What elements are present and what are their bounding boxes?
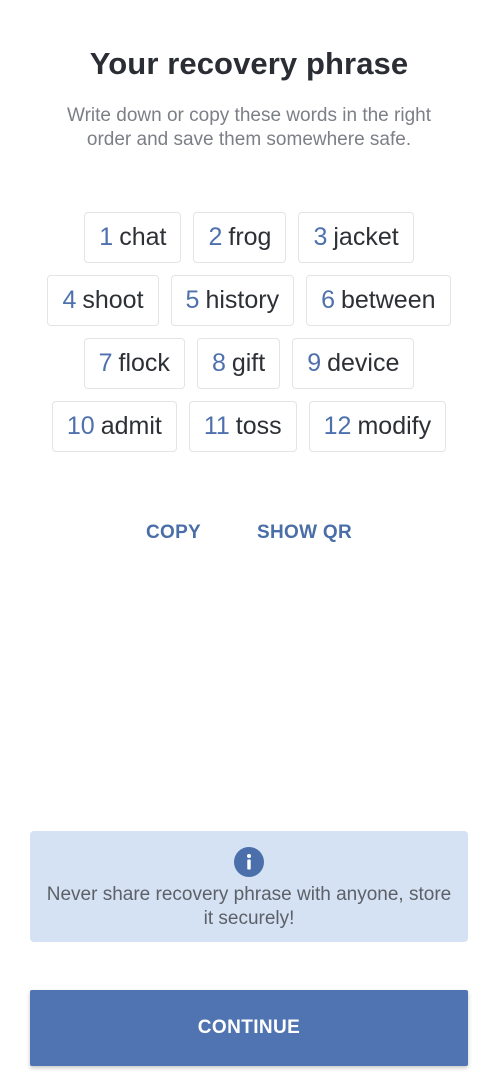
word-chip: 8 gift xyxy=(196,338,281,389)
word-index: 1 xyxy=(99,223,114,251)
phrase-actions: COPY SHOW QR xyxy=(0,522,498,544)
word-chip: 12 modify xyxy=(308,401,447,452)
word-chip: 2 frog xyxy=(193,212,287,263)
word-chip: 10 admit xyxy=(51,401,177,452)
recovery-word-grid: 1 chat 2 frog 3 jacket 4 shoot 5 history 6 bet… xyxy=(0,212,498,464)
word-text: toss xyxy=(235,412,282,440)
word-row: 1 chat 2 frog 3 jacket xyxy=(0,212,498,263)
notice-text: Never share recovery phrase with anyone,… xyxy=(46,884,452,929)
word-text: shoot xyxy=(82,286,144,314)
word-chip: 4 shoot xyxy=(47,275,159,326)
info-icon xyxy=(234,847,264,877)
word-text: between xyxy=(341,286,436,314)
word-chip: 5 history xyxy=(170,275,295,326)
word-index: 10 xyxy=(66,412,95,440)
word-chip: 6 between xyxy=(306,275,451,326)
word-text: admit xyxy=(100,412,162,440)
word-index: 6 xyxy=(321,286,335,314)
page-subtitle: Write down or copy these words in the ri… xyxy=(67,105,431,150)
word-chip: 3 jacket xyxy=(298,212,414,263)
word-row: 4 shoot 5 history 6 between xyxy=(0,275,498,326)
word-index: 4 xyxy=(62,286,77,314)
word-chip: 9 device xyxy=(292,338,415,389)
word-text: device xyxy=(327,349,400,377)
word-row: 7 flock 8 gift 9 device xyxy=(0,338,498,389)
word-index: 3 xyxy=(313,223,328,251)
word-index: 9 xyxy=(307,349,322,377)
page-title: Your recovery phrase xyxy=(89,46,409,81)
show-qr-button[interactable]: SHOW QR xyxy=(257,522,352,544)
word-text: frog xyxy=(228,223,272,251)
continue-button[interactable]: CONTINUE xyxy=(30,990,468,1066)
word-text: jacket xyxy=(333,223,399,251)
word-text: chat xyxy=(119,223,167,251)
word-chip: 11 toss xyxy=(188,401,297,452)
word-text: modify xyxy=(357,412,432,440)
copy-button[interactable]: COPY xyxy=(146,522,201,544)
word-chip: 7 flock xyxy=(83,338,185,389)
word-index: 8 xyxy=(211,349,226,377)
word-index: 5 xyxy=(185,286,200,314)
word-text: gift xyxy=(231,349,266,377)
word-index: 12 xyxy=(323,412,352,440)
recovery-phrase-screen: Your recovery phrase Write down or copy … xyxy=(0,0,498,1092)
word-chip: 1 chat xyxy=(84,212,182,263)
word-index: 7 xyxy=(98,349,113,377)
word-index: 11 xyxy=(203,412,230,440)
word-index: 2 xyxy=(208,223,223,251)
security-notice: Never share recovery phrase with anyone,… xyxy=(30,831,468,942)
word-text: history xyxy=(205,286,280,314)
word-row: 10 admit 11 toss 12 modify xyxy=(0,401,498,452)
word-text: flock xyxy=(118,349,170,377)
